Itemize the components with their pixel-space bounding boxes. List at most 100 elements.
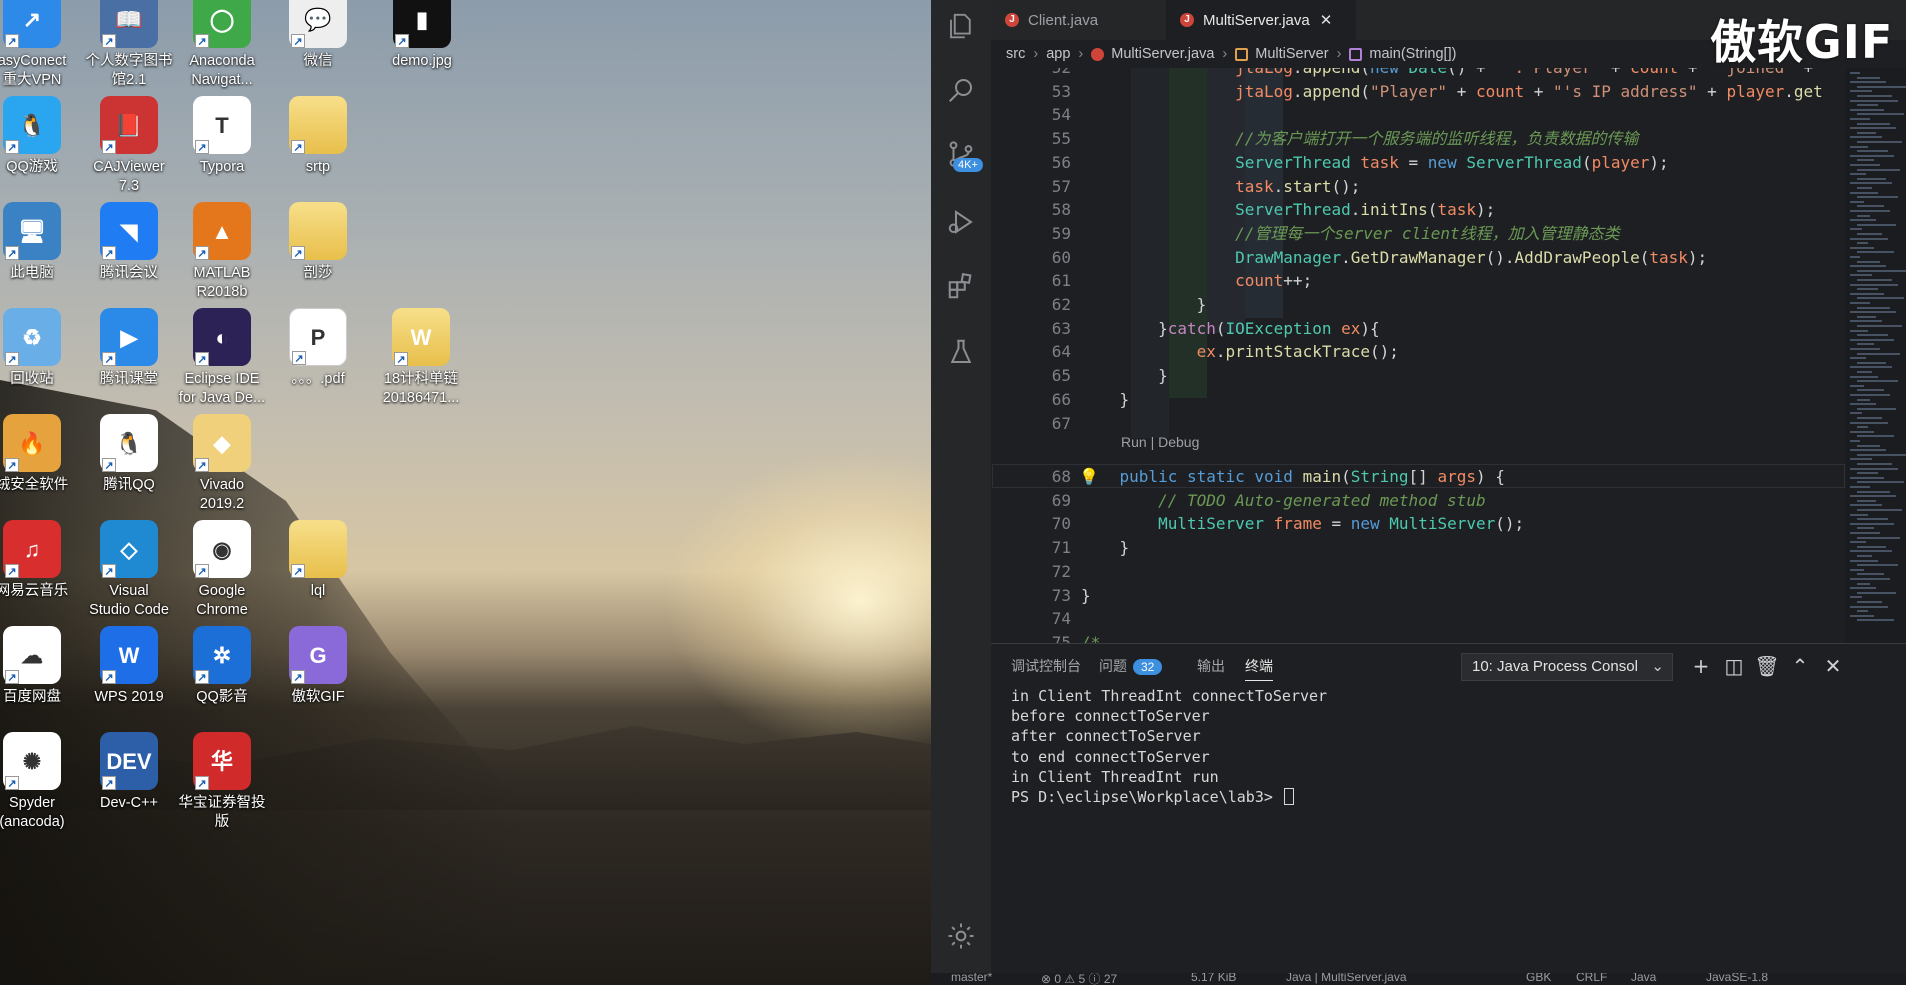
desktop-icon[interactable]: ↗ lql xyxy=(270,520,366,638)
minimap-line xyxy=(1850,127,1896,130)
extensions-icon[interactable] xyxy=(931,262,991,310)
desktop-icon[interactable]: DEV ↗ Dev-C++ xyxy=(81,732,177,850)
tab-output[interactable]: 输出 xyxy=(1197,656,1225,676)
trash-icon[interactable]: 🗑 xyxy=(1754,653,1780,679)
line-number: 63 xyxy=(1051,318,1071,338)
desktop-icon[interactable]: 🐧 ↗ QQ游戏 xyxy=(0,96,80,214)
search-icon[interactable] xyxy=(931,66,991,114)
minimap-line xyxy=(1857,536,1900,539)
desktop-icon[interactable]: ◯ ↗ Anaconda Navigat... xyxy=(174,0,270,108)
shortcut-arrow-icon: ↗ xyxy=(292,351,306,365)
desktop-icon[interactable]: ♫ ↗ 网易云音乐 xyxy=(0,520,80,638)
app-icon: ✺ ↗ xyxy=(3,732,61,790)
breadcrumb-item[interactable]: src xyxy=(1006,46,1025,62)
new-terminal-icon[interactable]: + xyxy=(1688,653,1714,679)
minimap-line xyxy=(1850,108,1884,111)
desktop-icon[interactable]: 🐧 ↗ 腾讯QQ xyxy=(81,414,177,532)
minimap-line xyxy=(1857,223,1896,226)
desktop-icon-label: 网易云音乐 xyxy=(0,583,69,599)
desktop-icon[interactable]: ◥ ↗ 腾讯会议 xyxy=(81,202,177,320)
desktop-icon[interactable]: ▲ ↗ MATLAB R2018b xyxy=(174,202,270,320)
desktop-icon[interactable]: ☁ ↗ 百度网盘 xyxy=(0,626,80,744)
status-encoding[interactable]: GBK xyxy=(1526,973,1551,984)
maximize-panel-icon[interactable]: ⌃ xyxy=(1787,653,1813,679)
tab-multiserver-java[interactable]: J MultiServer.java ✕ xyxy=(1166,0,1356,40)
desktop-icon[interactable]: G ↗ 傲软GIF xyxy=(270,626,366,744)
breadcrumb-item[interactable]: MultiServer xyxy=(1255,46,1328,62)
minimap-line xyxy=(1850,394,1890,396)
source-control-icon[interactable]: 4K+ xyxy=(931,130,991,178)
breadcrumb-item[interactable]: app xyxy=(1046,46,1070,62)
minimap-line xyxy=(1857,297,1904,300)
shortcut-arrow-icon: ↗ xyxy=(195,776,209,790)
split-terminal-icon[interactable]: ◫ xyxy=(1721,653,1747,679)
tab-client-java[interactable]: J Client.java xyxy=(991,0,1166,40)
desktop-icon-label: Eclipse IDE for Java De... xyxy=(178,371,266,406)
desktop-icon[interactable]: 🖥 ↗ 此电脑 xyxy=(0,202,80,320)
terminal-output[interactable]: in Client ThreadInt connectToServer befor… xyxy=(1011,686,1327,807)
terminal-select[interactable]: 10: Java Process Consol ⌄ xyxy=(1461,653,1673,681)
status-branch[interactable]: master* xyxy=(951,973,992,984)
status-file[interactable]: Java | MultiServer.java xyxy=(1286,973,1407,984)
breadcrumb-item[interactable]: main(String[]) xyxy=(1369,46,1456,62)
desktop-icon[interactable]: P ↗ 。。。.pdf xyxy=(270,308,366,426)
app-icon: ◥ ↗ xyxy=(100,202,158,260)
minimap-line xyxy=(1857,168,1900,171)
status-problems[interactable]: ⊗ 0 ⚠ 5 ⓘ 27 xyxy=(1041,973,1117,985)
tab-terminal[interactable]: 终端 xyxy=(1245,656,1273,681)
desktop-icon[interactable]: ✺ ↗ Spyder (anacoda) xyxy=(0,732,80,850)
minimap-line xyxy=(1850,513,1868,516)
minimap-line xyxy=(1857,417,1882,419)
breadcrumb-item[interactable]: MultiServer.java xyxy=(1111,46,1214,62)
minimap-line xyxy=(1850,136,1882,139)
settings-gear-icon[interactable] xyxy=(931,912,991,960)
desktop-icon[interactable]: 📖 ↗ 个人数字图书 馆2.1 xyxy=(81,0,177,108)
app-icon: ♫ ↗ xyxy=(3,520,61,578)
app-icon: W ↗ xyxy=(100,626,158,684)
desktop-icon[interactable]: 💬 ↗ 微信 xyxy=(270,0,366,108)
desktop-icon[interactable]: ▶ ↗ 腾讯课堂 xyxy=(81,308,177,426)
status-language[interactable]: Java xyxy=(1631,973,1656,984)
watermark: 傲软GIF xyxy=(1710,15,1894,69)
desktop-icon[interactable]: ↗ ↗ asyConect 重大VPN xyxy=(0,0,80,108)
minimap-line xyxy=(1850,357,1866,360)
line-number: 62 xyxy=(1051,295,1071,314)
minimap-line xyxy=(1850,274,1872,277)
status-jdk[interactable]: JavaSE-1.8 xyxy=(1706,973,1768,984)
desktop-icon[interactable]: W ↗ WPS 2019 xyxy=(81,626,177,744)
desktop-icon[interactable]: T ↗ Typora xyxy=(174,96,270,214)
app-icon: ◆ ↗ xyxy=(193,414,251,472)
desktop-icon[interactable]: 📕 ↗ CAJViewer 7.3 xyxy=(81,96,177,214)
minimap-line xyxy=(1850,191,1878,194)
tab-problems[interactable]: 问题 32 xyxy=(1099,656,1163,676)
codelens-run-debug[interactable]: Run | Debug xyxy=(1121,434,1199,450)
minimap-line xyxy=(1857,398,1870,401)
code-editor[interactable]: 52 jtaLog.append(new Date() + " : Player… xyxy=(991,68,1846,643)
desktop-icon[interactable]: ◉ ↗ Google Chrome xyxy=(174,520,270,638)
desktop-icon[interactable]: ✲ ↗ QQ影音 xyxy=(174,626,270,744)
desktop-icon[interactable]: ◆ ↗ Vivado 2019.2 xyxy=(174,414,270,532)
tab-debug-console[interactable]: 调试控制台 xyxy=(1011,656,1081,676)
minimap-line xyxy=(1850,200,1864,203)
desktop-icon[interactable]: ◐ ↗ Eclipse IDE for Java De... xyxy=(174,308,270,426)
run-debug-icon[interactable] xyxy=(931,198,991,246)
desktop-icon[interactable]: ▮ ↗ demo.jpg xyxy=(374,0,470,108)
terminal-line: to end connectToServer xyxy=(1011,747,1210,766)
desktop-icon[interactable]: ♻ ↗ 回收站 xyxy=(0,308,80,426)
desktop-icon[interactable]: ◇ ↗ Visual Studio Code xyxy=(81,520,177,638)
close-tab-icon[interactable]: ✕ xyxy=(1320,11,1333,29)
close-panel-icon[interactable]: ✕ xyxy=(1820,653,1846,679)
line-number: 66 xyxy=(1051,389,1071,409)
minimap-line xyxy=(1850,154,1894,157)
desktop-icon[interactable]: 华 ↗ 华宝证券智投 版 xyxy=(174,732,270,850)
shortcut-arrow-icon: ↗ xyxy=(195,140,209,154)
desktop-icon[interactable]: W ↗ 18计科单链 20186471... xyxy=(373,308,469,426)
desktop-icon[interactable]: ↗ srtp xyxy=(270,96,366,214)
desktop-icon[interactable]: ↗ 剖莎 xyxy=(270,202,366,320)
testing-icon[interactable] xyxy=(931,328,991,376)
code-line: 66 } xyxy=(991,388,1846,412)
explorer-icon[interactable] xyxy=(931,2,991,50)
desktop-icon[interactable]: 🔥 ↗ 绒安全软件 xyxy=(0,414,80,532)
status-eol[interactable]: CRLF xyxy=(1576,973,1607,984)
minimap[interactable] xyxy=(1846,68,1906,643)
